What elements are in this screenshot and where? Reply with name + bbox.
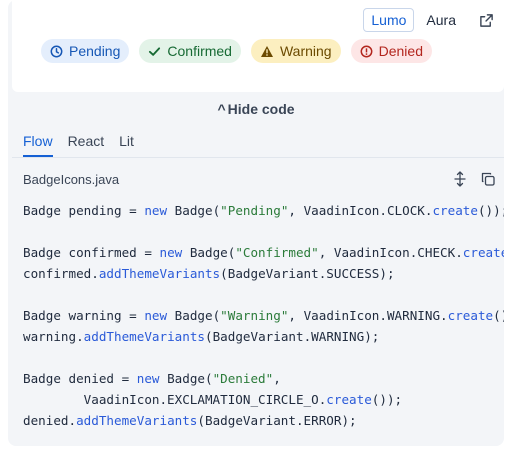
badge-list: Pending Confirmed Warning Denied (41, 39, 432, 63)
code-token: , (273, 371, 281, 386)
code-token: Badge( (167, 308, 221, 323)
code-token: "Denied" (212, 371, 274, 386)
copy-code-icon[interactable] (479, 170, 497, 188)
code-token: Badge( (159, 371, 213, 386)
code-line: confirmed.addThemeVariants(BadgeVariant.… (23, 266, 395, 281)
hide-code-button[interactable]: ^ Hide code (0, 101, 512, 117)
expand-code-icon[interactable] (451, 170, 469, 188)
code-token: VaadinIcon.EXCLAMATION_CIRCLE_O. (23, 392, 327, 407)
code-token: (BadgeVariant.ERROR); (197, 413, 357, 428)
code-token: new (144, 203, 168, 218)
code-token: create (462, 245, 504, 260)
code-token: addThemeVariants (98, 266, 221, 281)
code-token: Badge( (182, 245, 236, 260)
code-line: Badge confirmed = new Badge("Confirmed",… (23, 245, 504, 260)
code-token: denied. (23, 413, 77, 428)
badge-denied: Denied (350, 39, 432, 63)
code-token: "Warning" (220, 308, 289, 323)
badge-confirmed: Confirmed (139, 39, 241, 63)
theme-switcher: Lumo Aura (363, 8, 498, 32)
code-token: "Confirmed" (235, 245, 319, 260)
tab-flow[interactable]: Flow (23, 133, 53, 157)
code-token: create (432, 203, 478, 218)
code-token: Badge pending = (23, 203, 145, 218)
code-token: ()); (477, 203, 504, 218)
code-token: new (159, 245, 183, 260)
code-line: denied.addThemeVariants(BadgeVariant.ERR… (23, 413, 357, 428)
badge-label: Pending (69, 43, 121, 59)
code-token: Badge( (167, 203, 221, 218)
hide-code-label: Hide code (227, 101, 295, 117)
theme-option-lumo[interactable]: Lumo (363, 8, 415, 32)
code-line: VaadinIcon.EXCLAMATION_CIRCLE_O.create()… (23, 392, 402, 407)
code-token: Badge confirmed = (23, 245, 160, 260)
code-line: Badge warning = new Badge("Warning", Vaa… (23, 308, 504, 323)
badge-warning: Warning (250, 39, 341, 63)
code-token: addThemeVariants (83, 329, 205, 344)
tab-lit[interactable]: Lit (119, 133, 134, 157)
preview-panel: Pending Confirmed Warning Denied Lumo Au… (12, 0, 504, 92)
badge-pending: Pending (41, 39, 130, 63)
language-tabs: Flow React Lit (23, 133, 134, 157)
badge-label: Warning (279, 43, 332, 59)
code-token: ()); (493, 308, 504, 323)
file-name: BadgeIcons.java (23, 172, 120, 187)
chevron-up-icon: ^ (217, 101, 226, 117)
code-token: , VaadinIcon.WARNING. (288, 308, 448, 323)
code-toolbar (451, 170, 497, 188)
check-icon (149, 46, 161, 56)
code-line: Badge pending = new Badge("Pending", Vaa… (23, 203, 504, 218)
code-token: ()); (371, 392, 403, 407)
code-token: new (136, 371, 160, 386)
badge-label: Confirmed (167, 43, 232, 59)
tabs-divider (12, 157, 504, 158)
code-token: new (144, 308, 168, 323)
badge-label: Denied (378, 43, 423, 59)
warning-icon (260, 45, 273, 57)
theme-option-aura[interactable]: Aura (418, 8, 464, 32)
open-in-new-window-icon[interactable] (474, 9, 498, 31)
code-token: , VaadinIcon.CHECK. (318, 245, 463, 260)
code-token: warning. (23, 329, 84, 344)
code-block: Badge pending = new Badge("Pending", Vaa… (23, 200, 504, 431)
clock-icon (50, 45, 63, 57)
code-token: addThemeVariants (76, 413, 198, 428)
code-token: confirmed. (23, 266, 99, 281)
code-token: create (447, 308, 494, 323)
exclamation-circle-icon (360, 45, 373, 57)
code-token: Badge warning = (23, 308, 145, 323)
code-token: (BadgeVariant.SUCCESS); (220, 266, 395, 281)
tab-react[interactable]: React (68, 133, 105, 157)
code-token: create (326, 392, 372, 407)
code-line: warning.addThemeVariants(BadgeVariant.WA… (23, 329, 379, 344)
code-token: (BadgeVariant.WARNING); (205, 329, 380, 344)
code-token: "Pending" (220, 203, 289, 218)
code-token: Badge denied = (23, 371, 137, 386)
code-token: , VaadinIcon.CLOCK. (288, 203, 433, 218)
code-line: Badge denied = new Badge("Denied", (23, 371, 281, 386)
